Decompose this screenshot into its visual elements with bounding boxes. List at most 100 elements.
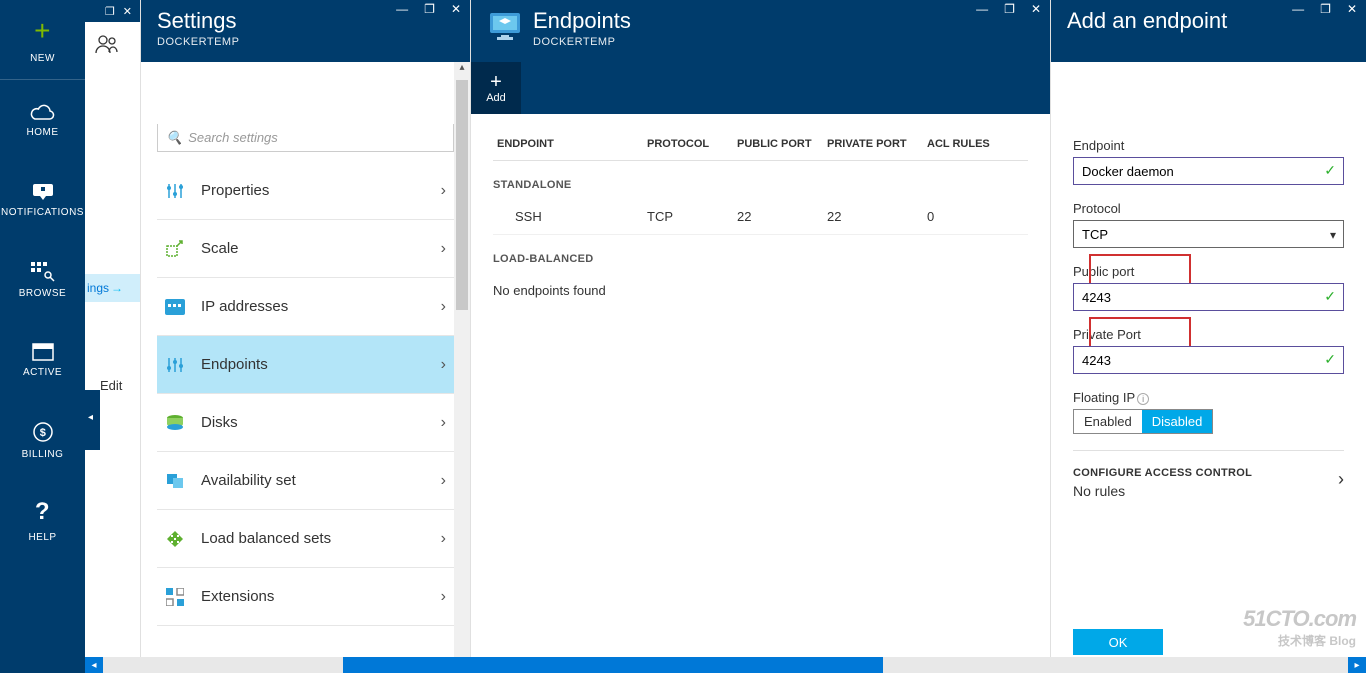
endpoints-title: Endpoints [533,8,631,34]
settings-link-text: ings [87,281,109,295]
floating-ip-label: Floating IP [1073,390,1135,405]
settings-item-extensions[interactable]: Extensions › [157,568,454,626]
billing-icon: $ [32,421,54,443]
endpoints-empty: No endpoints found [493,273,1028,308]
field-endpoint: Endpoint ✓ [1073,138,1344,185]
scroll-track[interactable] [103,657,1348,673]
protocol-select[interactable] [1073,220,1344,248]
column-resize-handle[interactable] [85,390,100,450]
settings-item-scale[interactable]: Scale › [157,220,454,278]
nav-browse-label: BROWSE [19,288,66,299]
settings-item-label: Availability set [201,472,296,489]
global-sidebar: + NEW HOME NOTIFICATIONS BROWSE ACTIVE [0,0,85,673]
search-settings-input[interactable]: 🔍 Search settings [157,124,454,152]
restore-icon[interactable]: ❐ [1317,2,1334,16]
nav-billing[interactable]: $ BILLING [0,400,85,480]
scroll-left-icon[interactable]: ◂ [85,657,103,673]
settings-title: Settings [157,8,239,34]
section-standalone: STANDALONE [493,161,1028,199]
field-public-port: Public port ✓ [1073,264,1344,311]
nav-active[interactable]: ACTIVE [0,320,85,400]
floating-ip-toggle: Enabled Disabled [1073,409,1213,434]
section-load-balanced: LOAD-BALANCED [493,235,1028,273]
settings-item-load-balanced-sets[interactable]: Load balanced sets › [157,510,454,568]
settings-item-label: Load balanced sets [201,530,331,547]
minimize-icon[interactable]: — [1289,2,1307,16]
nav-help[interactable]: ? HELP [0,480,85,560]
settings-item-label: Scale [201,240,239,257]
private-port-input[interactable] [1073,346,1344,374]
nav-new-label: NEW [30,53,55,64]
settings-scrollbar[interactable]: ▴ ▾ [454,62,470,673]
toggle-enabled[interactable]: Enabled [1074,410,1142,433]
chevron-right-icon: › [441,414,446,432]
private-port-label: Private Port [1073,327,1344,342]
search-icon: 🔍 [166,130,182,146]
endpoint-row-ssh[interactable]: SSH TCP 22 22 0 [493,199,1028,235]
restore-icon[interactable]: ❐ [105,5,115,18]
nav-new[interactable]: + NEW [0,0,85,80]
minimize-icon[interactable]: — [973,2,991,16]
public-port-label: Public port [1073,264,1344,279]
grid-key-icon [31,262,55,282]
add-label: Add [486,92,506,104]
settings-link[interactable]: ings → [85,274,140,302]
cloud-icon [30,103,56,121]
chevron-right-icon: › [441,356,446,374]
close-icon[interactable]: ✕ [1028,2,1044,16]
settings-item-properties[interactable]: Properties › [157,162,454,220]
close-icon[interactable]: ✕ [448,2,464,16]
nav-notifications[interactable]: NOTIFICATIONS [0,160,85,240]
extensions-icon [163,585,187,609]
nav-help-label: HELP [28,532,56,543]
acl-subtitle: No rules [1073,483,1344,499]
svg-text:$: $ [39,427,46,439]
protocol-label: Protocol [1073,201,1344,216]
ok-button[interactable]: OK [1073,629,1163,655]
ip-icon [163,295,187,319]
window-icon [32,343,54,361]
chevron-right-icon: › [441,298,446,316]
restore-icon[interactable]: ❐ [1001,2,1018,16]
settings-item-label: IP addresses [201,298,288,315]
minimize-icon[interactable]: — [393,2,411,16]
settings-item-disks[interactable]: Disks › [157,394,454,452]
col-protocol: PROTOCOL [643,128,733,161]
info-icon[interactable]: i [1137,393,1149,405]
scroll-up-icon[interactable]: ▴ [454,62,470,78]
scroll-thumb[interactable] [456,80,468,310]
nav-home[interactable]: HOME [0,80,85,160]
restore-icon[interactable]: ❐ [421,2,438,16]
toggle-disabled[interactable]: Disabled [1142,410,1213,433]
settings-item-availability-set[interactable]: Availability set › [157,452,454,510]
nav-active-label: ACTIVE [23,367,62,378]
endpoints-toolbar: + Add [471,62,1050,114]
close-icon[interactable]: ✕ [123,5,132,18]
chevron-right-icon: › [1338,469,1344,490]
users-icon[interactable] [95,34,140,54]
acl-title: CONFIGURE ACCESS CONTROL [1073,467,1344,479]
public-port-input[interactable] [1073,283,1344,311]
settings-item-ip-addresses[interactable]: IP addresses › [157,278,454,336]
cell-private-port: 22 [823,199,923,235]
cell-protocol: TCP [643,199,733,235]
col-private-port: PRIVATE PORT [823,128,923,161]
endpoint-input[interactable] [1073,157,1344,185]
sliders-icon [163,353,187,377]
load-balance-icon [163,527,187,551]
settings-item-endpoints[interactable]: Endpoints › [157,336,454,394]
disks-icon [163,411,187,435]
nav-browse[interactable]: BROWSE [0,240,85,320]
scroll-thumb[interactable] [343,657,883,673]
configure-access-control[interactable]: CONFIGURE ACCESS CONTROL No rules › [1073,450,1344,507]
scroll-right-icon[interactable]: ▸ [1348,657,1366,673]
sliders-icon [163,179,187,203]
chevron-right-icon: › [441,588,446,606]
endpoints-table: ENDPOINT PROTOCOL PUBLIC PORT PRIVATE PO… [493,128,1028,161]
horizontal-scrollbar[interactable]: ◂ ▸ [85,657,1366,673]
add-endpoint-button[interactable]: + Add [471,62,521,114]
close-icon[interactable]: ✕ [1344,2,1360,16]
add-endpoint-blade: Add an endpoint — ❐ ✕ Endpoint ✓ Protoco… [1050,0,1366,673]
chevron-right-icon: › [441,240,446,258]
cell-public-port: 22 [733,199,823,235]
